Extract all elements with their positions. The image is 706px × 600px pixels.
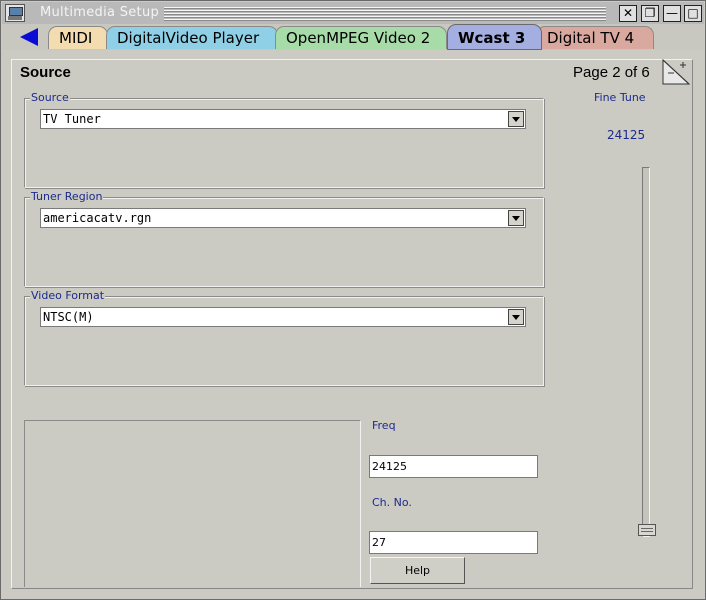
tab-digital-tv[interactable]: Digital TV 4	[536, 26, 654, 49]
page-indicator: Page 2 of 6	[573, 64, 650, 81]
tuner-region-group-label: Tuner Region	[30, 190, 104, 204]
help-button[interactable]: Help	[370, 557, 465, 584]
tuner-region-dropdown-value: americacatv.rgn	[43, 211, 152, 225]
source-group: Source TV Tuner	[24, 91, 544, 188]
tuner-region-group: Tuner Region americacatv.rgn	[24, 190, 544, 287]
tab-midi[interactable]: MIDI	[48, 26, 108, 49]
chevron-down-icon[interactable]	[508, 210, 524, 226]
freq-label: Freq	[372, 419, 396, 432]
fine-tune-label: Fine Tune	[594, 91, 646, 104]
title-bar[interactable]: Multimedia Setup ✕ ❐ — □	[2, 2, 704, 25]
video-format-group: Video Format NTSC(M)	[24, 289, 544, 386]
fine-tune-slider-track[interactable]	[642, 167, 650, 537]
tab-strip: MIDI DigitalVideo Player OpenMPEG Video …	[2, 24, 704, 50]
freq-field[interactable]: 24125	[369, 455, 538, 478]
window-title: Multimedia Setup	[40, 5, 160, 20]
restore-button[interactable]: ❐	[641, 5, 659, 22]
minimize-button[interactable]: —	[663, 5, 681, 22]
source-dropdown[interactable]: TV Tuner	[40, 109, 526, 129]
tab-wcast[interactable]: Wcast 3	[447, 24, 542, 50]
system-menu-icon[interactable]	[5, 4, 25, 22]
fine-tune-value: 24125	[607, 128, 646, 142]
video-format-group-label: Video Format	[30, 289, 106, 303]
fine-tune-slider-thumb[interactable]	[638, 524, 656, 536]
video-format-dropdown[interactable]: NTSC(M)	[40, 307, 526, 327]
video-preview-pane	[24, 420, 361, 587]
close-button[interactable]: ✕	[619, 5, 637, 22]
source-group-label: Source	[30, 91, 70, 105]
page-title: Source	[20, 64, 71, 81]
source-dropdown-value: TV Tuner	[43, 112, 101, 126]
chevron-down-icon[interactable]	[508, 309, 524, 325]
maximize-button[interactable]: □	[684, 5, 702, 22]
tuner-region-dropdown[interactable]: americacatv.rgn	[40, 208, 526, 228]
channel-label: Ch. No.	[372, 496, 412, 509]
chevron-down-icon[interactable]	[508, 111, 524, 127]
page-turn-icon[interactable]	[662, 59, 690, 85]
video-format-dropdown-value: NTSC(M)	[43, 310, 94, 324]
tab-openmpeg-video[interactable]: OpenMPEG Video 2	[275, 26, 447, 49]
back-arrow-icon[interactable]	[20, 28, 38, 46]
channel-field[interactable]: 27	[369, 531, 538, 554]
tab-digitalvideo-player[interactable]: DigitalVideo Player	[106, 26, 278, 49]
title-bar-grip	[164, 7, 606, 21]
